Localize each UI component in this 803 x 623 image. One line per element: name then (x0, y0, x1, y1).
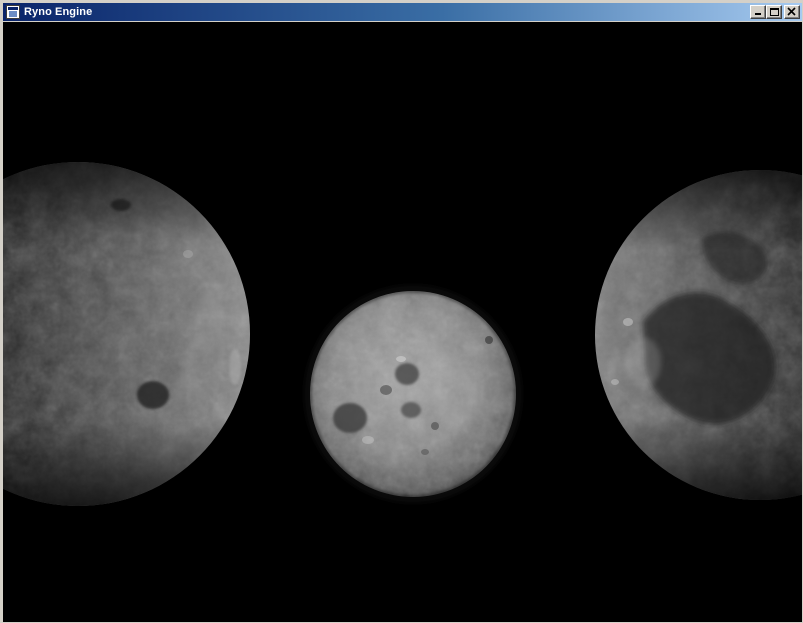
close-button[interactable] (784, 5, 800, 19)
app-window: Ryno Engine (0, 0, 803, 623)
window-title: Ryno Engine (24, 6, 93, 18)
minimize-icon (755, 13, 761, 15)
scene-canvas (3, 22, 802, 622)
caption-buttons (750, 5, 800, 19)
close-icon (787, 7, 796, 16)
app-icon[interactable] (6, 5, 20, 19)
maximize-button[interactable] (766, 5, 782, 19)
minimize-button[interactable] (750, 5, 766, 19)
moon-center (305, 286, 521, 502)
render-viewport[interactable] (3, 22, 802, 622)
title-bar[interactable]: Ryno Engine (3, 3, 802, 21)
maximize-icon (770, 8, 779, 16)
